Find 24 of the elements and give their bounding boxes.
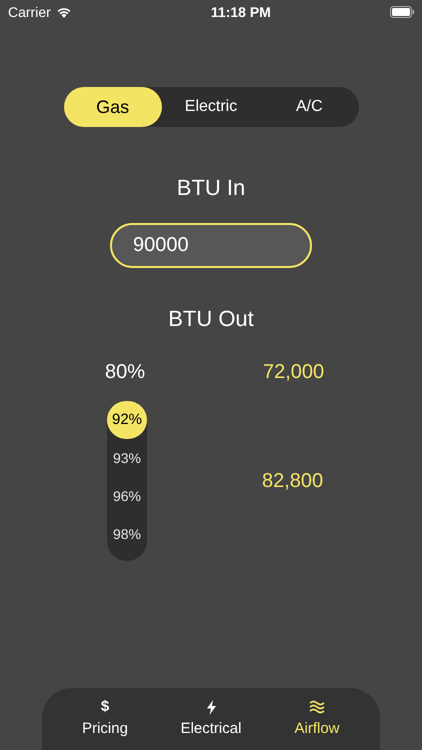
dollar-icon: $ — [100, 698, 110, 716]
battery-icon — [390, 6, 414, 18]
picker-option[interactable]: 92% — [107, 401, 147, 439]
status-time: 11:18 PM — [210, 2, 271, 22]
lightning-icon — [206, 700, 216, 714]
tab-bar-item[interactable]: Airflow — [264, 698, 370, 750]
efficiency-label: 80% — [104, 360, 146, 385]
waves-icon — [309, 700, 325, 714]
output-value: 72,000 — [263, 360, 324, 385]
carrier-label: Carrier — [8, 2, 51, 22]
picker-option[interactable]: 98% — [107, 515, 147, 553]
segment-tab[interactable]: Electric — [162, 87, 260, 127]
tab-bar-item[interactable]: Electrical — [158, 698, 264, 750]
picker-option[interactable]: 96% — [107, 477, 147, 515]
output-title: BTU Out — [167, 305, 255, 333]
efficiency-picker[interactable]: 92% 93% 96% 98% — [107, 401, 147, 561]
output-value: 82,800 — [262, 469, 324, 494]
segment-tab[interactable]: Gas — [64, 87, 162, 127]
input-title: BTU In — [176, 174, 246, 202]
segment-tab[interactable]: A/C — [260, 87, 358, 127]
input-field[interactable]: 90000 — [110, 223, 312, 268]
wifi-icon — [56, 6, 72, 18]
tab-bar-item[interactable]: $ Pricing — [52, 698, 158, 750]
picker-option[interactable]: 93% — [107, 439, 147, 477]
